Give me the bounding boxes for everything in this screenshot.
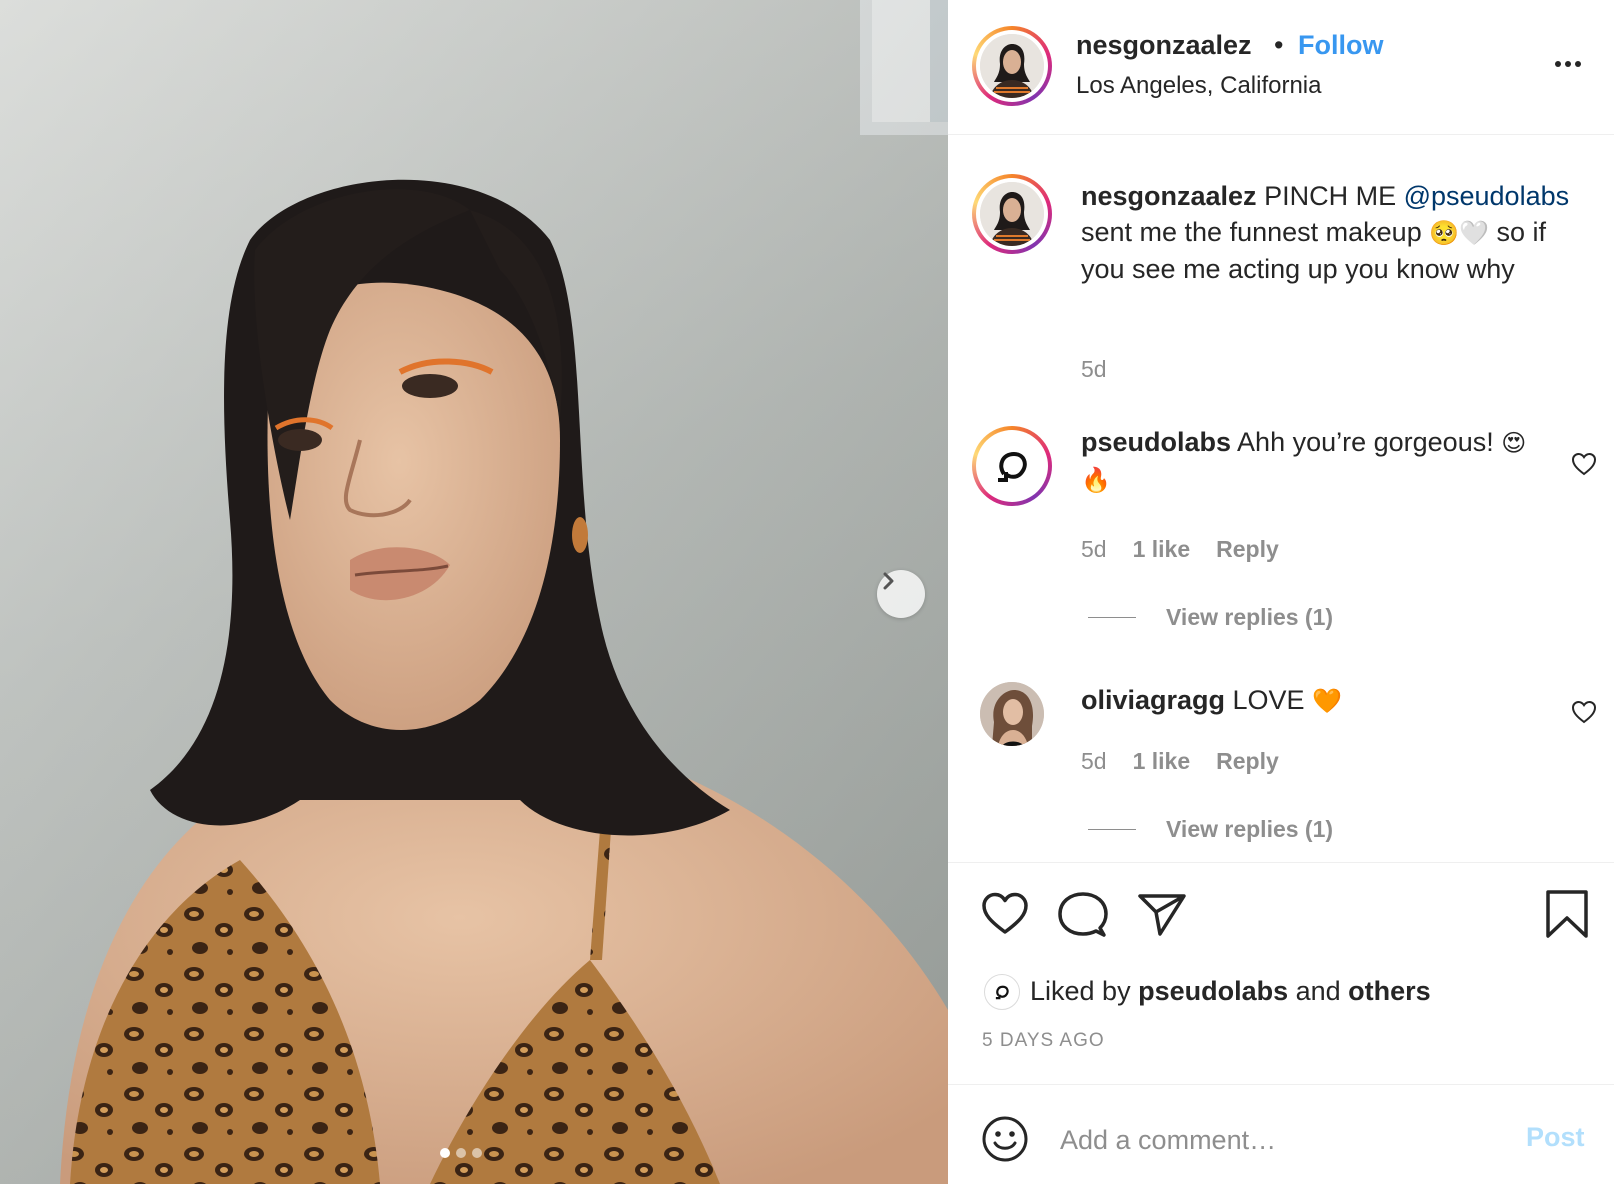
comment-likes[interactable]: 1 like xyxy=(1133,748,1191,775)
oliviagragg-avatar-image xyxy=(980,682,1044,746)
comment-pseudolabs: pseudolabs Ahh you’re gorgeous! 😍🔥 xyxy=(1081,424,1541,498)
comment-likes[interactable]: 1 like xyxy=(1133,536,1191,563)
caption-text-middle: sent me the funnest makeup xyxy=(1081,217,1430,247)
post-sidebar: nesgonzaalez • Follow Los Angeles, Calif… xyxy=(948,0,1614,1184)
photo-illustration xyxy=(0,0,948,1184)
replies-line xyxy=(1088,829,1136,830)
comment-icon[interactable] xyxy=(1058,890,1108,938)
post-photo[interactable] xyxy=(0,0,948,1184)
liked-by-user[interactable]: pseudolabs xyxy=(1138,976,1288,1006)
comments-divider xyxy=(948,862,1614,863)
pseudolabs-logo-icon xyxy=(998,451,1027,482)
view-replies-label: View replies (1) xyxy=(1166,816,1334,842)
caption-avatar[interactable] xyxy=(972,174,1052,254)
comment-emoji: 🧡 xyxy=(1312,687,1342,715)
comment-username[interactable]: oliviagragg xyxy=(1081,685,1225,715)
pseudolabs-logo-icon xyxy=(995,985,1009,1000)
caption-emoji: 🥺🤍 xyxy=(1429,219,1489,247)
view-replies-button[interactable]: View replies (1) xyxy=(1088,816,1333,843)
share-icon[interactable] xyxy=(1136,890,1188,938)
more-icon[interactable] xyxy=(1548,48,1588,78)
comment-box-divider xyxy=(948,1084,1614,1085)
caption-time[interactable]: 5d xyxy=(1081,356,1107,383)
author-avatar[interactable] xyxy=(972,26,1052,106)
post-comment-button[interactable]: Post xyxy=(1526,1122,1585,1153)
like-heart-icon[interactable] xyxy=(980,890,1030,936)
follow-button[interactable]: Follow xyxy=(1298,30,1383,61)
replies-line xyxy=(1088,617,1136,618)
comment-meta: 5d 1 like Reply xyxy=(1081,536,1279,563)
liked-by-prefix: Liked by xyxy=(1030,976,1139,1006)
view-replies-button[interactable]: View replies (1) xyxy=(1088,604,1333,631)
carousel-dot xyxy=(440,1148,450,1158)
comment-meta: 5d 1 like Reply xyxy=(1081,748,1279,775)
post-location[interactable]: Los Angeles, California xyxy=(1076,72,1321,100)
smiley-icon[interactable] xyxy=(980,1114,1030,1164)
comment-oliviagragg: oliviagragg LOVE 🧡 xyxy=(1081,682,1541,719)
caption-text-start: PINCH ME xyxy=(1256,181,1404,211)
carousel-dot xyxy=(456,1148,466,1158)
chevron-right-icon xyxy=(883,572,894,590)
comment-body: Ahh you’re gorgeous! xyxy=(1231,427,1502,457)
author-username[interactable]: nesgonzaalez xyxy=(1076,30,1252,61)
view-replies-label: View replies (1) xyxy=(1166,604,1334,630)
comment-body: LOVE xyxy=(1225,685,1313,715)
carousel-dot xyxy=(472,1148,482,1158)
post-caption: nesgonzaalez PINCH ME @pseudolabs sent m… xyxy=(1081,178,1581,287)
comment-time[interactable]: 5d xyxy=(1081,536,1107,563)
next-photo-button[interactable] xyxy=(877,570,925,618)
liked-by-others[interactable]: others xyxy=(1348,976,1431,1006)
carousel-indicator xyxy=(440,1148,482,1158)
reply-button[interactable]: Reply xyxy=(1216,748,1279,775)
comment-username[interactable]: pseudolabs xyxy=(1081,427,1231,457)
comment-time[interactable]: 5d xyxy=(1081,748,1107,775)
caption-username[interactable]: nesgonzaalez xyxy=(1081,181,1257,211)
liked-by-text: Liked by pseudolabs and others xyxy=(1030,976,1431,1007)
post-time-ago[interactable]: 5 DAYS AGO xyxy=(982,1030,1105,1052)
caption-mention[interactable]: @pseudolabs xyxy=(1404,181,1570,211)
comment-like-heart-icon[interactable] xyxy=(1570,698,1598,726)
liked-by-middle: and xyxy=(1288,976,1349,1006)
bookmark-icon[interactable] xyxy=(1544,888,1590,940)
separator-dot: • xyxy=(1274,30,1284,60)
caption-avatar-image xyxy=(980,182,1044,246)
comment-like-heart-icon[interactable] xyxy=(1570,450,1598,478)
author-avatar-image xyxy=(980,34,1044,98)
comment-avatar-pseudolabs[interactable] xyxy=(972,426,1052,506)
liked-by-avatar[interactable] xyxy=(984,974,1020,1010)
add-comment-input[interactable] xyxy=(1060,1120,1480,1160)
comment-avatar-oliviagragg[interactable] xyxy=(980,682,1044,746)
header-divider xyxy=(948,134,1614,135)
reply-button[interactable]: Reply xyxy=(1216,536,1279,563)
